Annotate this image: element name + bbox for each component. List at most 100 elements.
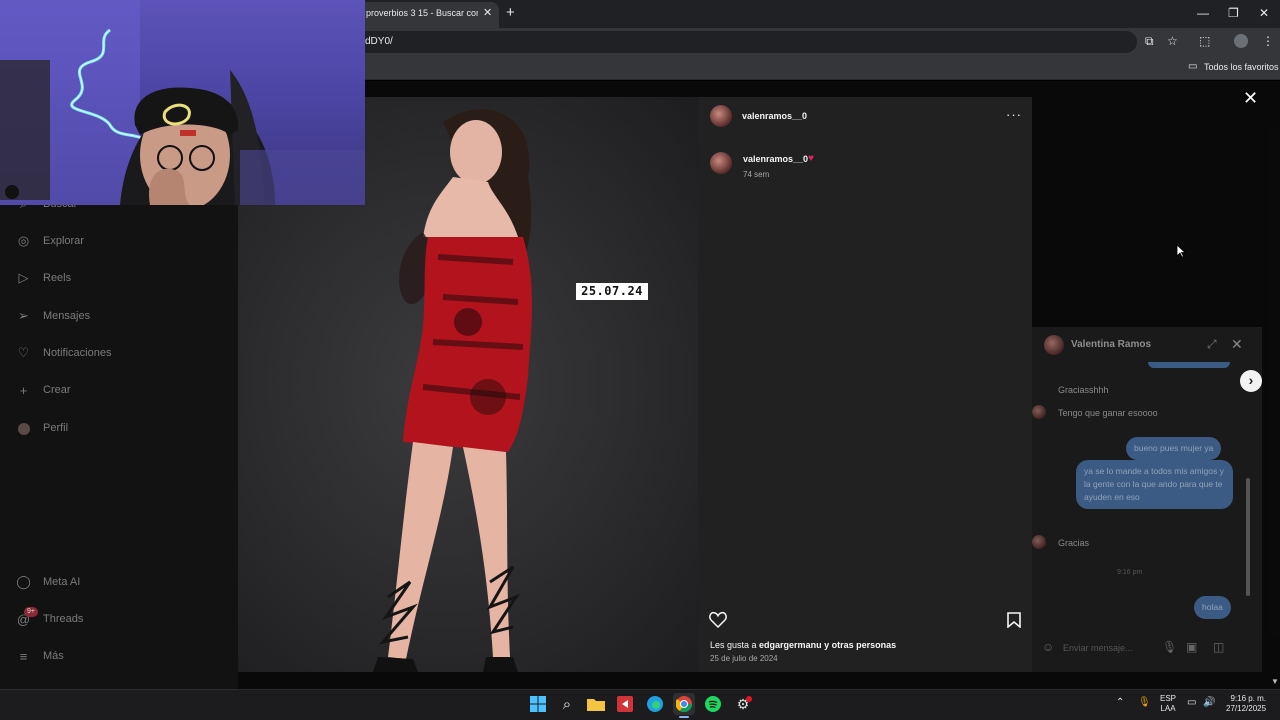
page-scroll-down-icon[interactable]: ▼ [1271,677,1279,686]
new-tab-button[interactable]: + [506,4,515,21]
sidebar-item-label: Mensajes [43,310,91,322]
spotify-icon[interactable] [702,693,724,715]
language-code: ESP [1160,694,1177,703]
meta-ai-icon: ◯ [16,574,31,589]
webcam-overlay [0,0,365,205]
avatar[interactable] [710,152,732,174]
likes-user[interactable]: edgargermanu [759,640,822,650]
avatar [1032,535,1046,549]
expand-icon[interactable]: ⤢ [1207,337,1217,352]
post-author-username[interactable]: valenramos__0 [742,111,807,121]
save-bookmark-icon[interactable] [1007,612,1021,633]
message-timestamp: 9:16 pm [1117,569,1143,576]
message-incoming: Gracias [1058,538,1090,548]
sidebar-item-reels[interactable]: ▷ Reels [16,268,72,288]
microphone-icon[interactable]: 🎙 [1162,640,1177,654]
clock-time: 9:16 p. m. [1230,694,1267,703]
caption-username[interactable]: valenramos__0 [743,154,808,164]
bookmark-star-icon[interactable]: ☆ [1167,34,1178,48]
install-app-icon[interactable]: ⧉ [1145,34,1154,49]
taskbar-clock[interactable]: 9:16 p. m. 27/12/2025 [1226,694,1266,714]
image-icon[interactable]: ▣ [1186,640,1197,654]
sidebar-item-label: Más [43,650,64,662]
active-app-indicator [679,716,689,718]
date-sticker: 25.07.24 [576,283,648,300]
microphone-tray-icon[interactable]: 🎙 [1138,697,1151,708]
folder-icon[interactable]: ▭ [1188,61,1197,72]
sidebar-item-label: Meta AI [43,576,81,588]
close-window-button[interactable]: ✕ [1259,6,1269,20]
sidebar-item-label: Perfil [43,422,69,434]
taskbar-search-icon[interactable]: ⌕ [556,693,578,715]
likes-summary[interactable]: Les gusta a edgargermanu y otras persona… [710,640,896,650]
input-language[interactable]: ESP LAA [1160,694,1176,714]
minimize-button[interactable]: — [1197,6,1209,20]
heart-icon: ♡ [17,345,30,360]
file-explorer-icon[interactable] [585,693,607,715]
like-heart-icon[interactable] [709,611,727,633]
reels-icon: ▷ [18,270,29,285]
menu-icon: ≡ [19,648,28,664]
tray-chevron-up-icon[interactable]: ⌃ [1116,697,1124,708]
close-icon[interactable]: ✕ [1243,88,1258,109]
sidebar-item-mensajes[interactable]: ➢ Mensajes [16,306,90,326]
post-date: 25 de julio de 2024 [710,654,778,663]
message-bubble-fragment [1148,362,1230,368]
chrome-browser-icon[interactable] [673,693,695,715]
notification-dot [746,696,752,702]
message-input[interactable]: Enviar mensaje... [1063,643,1133,653]
address-bar[interactable] [357,31,1137,53]
sidebar-item-label: Crear [43,384,71,396]
sidebar-item-mas[interactable]: ≡ Más [16,646,64,666]
likes-prefix: Les gusta a [710,640,760,650]
message-incoming: Graciasshhh [1058,385,1109,395]
windows-taskbar [0,689,1280,720]
all-favorites-link[interactable]: Todos los favoritos [1204,62,1279,72]
post-details-panel [698,97,1032,672]
more-options-icon[interactable]: ··· [1006,107,1022,122]
layout-code: LAA [1160,704,1176,713]
emoji-icon[interactable]: ☺ [1042,640,1054,654]
sidebar-item-label: Explorar [43,235,84,247]
browser-menu-icon[interactable]: ⋮ [1262,34,1274,48]
streamer-webcam-image [0,0,365,205]
caption-time: 74 sem [743,170,770,179]
profile-avatar-icon[interactable] [1234,34,1248,48]
chat-scrollbar[interactable] [1246,478,1250,596]
sidebar-item-explorar[interactable]: ◎ Explorar [16,231,84,251]
notification-badge: 9+ [24,607,38,617]
tab-title[interactable]: proverbios 3 15 - Buscar con G [366,8,478,18]
sidebar-item-label: Threads [43,613,84,625]
avatar-icon [16,421,31,436]
message-outgoing: ya se lo mande a todos mis amigos y la g… [1076,460,1233,509]
sidebar-item-label: Reels [43,272,72,284]
plus-icon: + [19,382,28,398]
extensions-icon[interactable]: ⬚ [1199,34,1210,48]
chat-close-icon[interactable]: ✕ [1231,336,1243,353]
volume-icon[interactable]: 🔊 [1203,697,1215,708]
send-icon: ➢ [18,308,29,323]
sidebar-item-notificaciones[interactable]: ♡ Notificaciones [16,343,112,363]
sidebar-item-perfil[interactable]: Perfil [16,418,68,438]
url-text[interactable]: dDY0/ [365,36,393,47]
app-red-icon[interactable] [614,693,636,715]
compass-icon: ◎ [17,233,30,248]
restore-button[interactable]: ❐ [1228,6,1239,20]
sticker-icon[interactable]: ◫ [1213,640,1224,654]
avatar [1032,405,1046,419]
mouse-cursor-icon [1176,244,1187,263]
message-outgoing: holaa [1194,596,1231,619]
windows-start-icon[interactable] [527,693,549,715]
edge-browser-icon[interactable] [644,693,666,715]
sidebar-item-meta-ai[interactable]: ◯ Meta AI [16,572,80,592]
clock-date: 27/12/2025 [1226,704,1267,713]
avatar[interactable] [1044,335,1064,355]
likes-suffix[interactable]: y otras personas [822,640,896,650]
avatar[interactable] [710,105,732,127]
chevron-right-icon[interactable]: › [1240,370,1262,392]
chat-contact-name[interactable]: Valentina Ramos [1071,339,1151,350]
tab-close-icon[interactable]: ✕ [483,6,492,19]
network-icon[interactable]: ▭ [1187,697,1196,708]
sidebar-item-crear[interactable]: + Crear [16,380,71,400]
sidebar-item-label: Notificaciones [43,347,112,359]
